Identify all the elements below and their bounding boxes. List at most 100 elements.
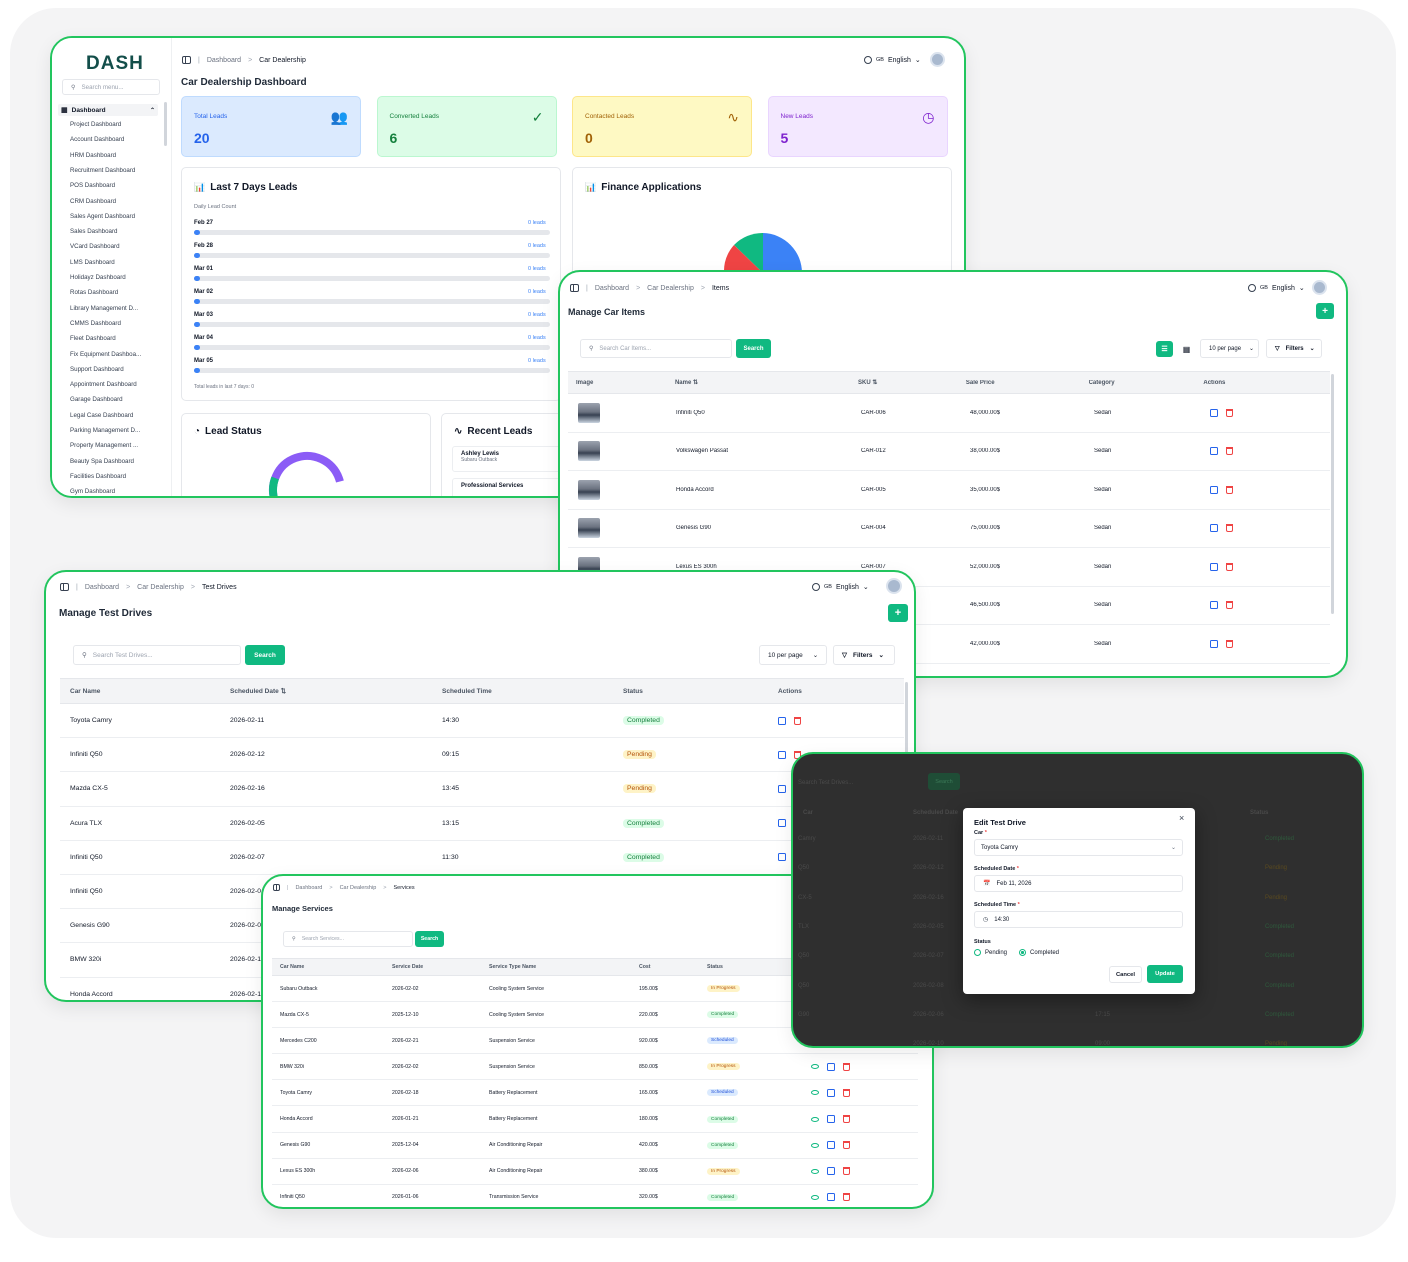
breadcrumb-car-dealership[interactable]: Car Dealership <box>647 285 694 292</box>
edit-icon[interactable] <box>778 784 786 793</box>
sidebar-toggle-icon[interactable] <box>273 884 280 891</box>
edit-icon[interactable] <box>778 819 786 828</box>
car-select[interactable]: Toyota Camry ⌄ <box>974 839 1183 856</box>
sidebar-nav-item[interactable]: Support Dashboard <box>70 366 124 373</box>
sidebar-nav-item[interactable]: Parking Management D... <box>70 427 140 434</box>
sidebar-nav-item[interactable]: LMS Dashboard <box>70 259 115 266</box>
edit-icon[interactable] <box>778 750 786 759</box>
edit-icon[interactable] <box>827 1141 835 1150</box>
sidebar-nav-item[interactable]: Sales Agent Dashboard <box>70 213 135 220</box>
view-icon[interactable] <box>811 1194 819 1200</box>
language-selector[interactable]: GB English ⌄ <box>1248 284 1305 292</box>
delete-icon[interactable] <box>1226 524 1233 533</box>
delete-icon[interactable] <box>843 1141 850 1150</box>
sidebar-nav-item[interactable]: Appointment Dashboard <box>70 381 137 388</box>
delete-icon[interactable] <box>1226 639 1233 648</box>
table-scrollbar[interactable] <box>1331 374 1334 614</box>
search-button[interactable]: Search <box>415 931 444 947</box>
delete-icon[interactable] <box>843 1115 850 1124</box>
add-test-drive-button[interactable]: + <box>888 604 908 622</box>
sidebar-nav-item[interactable]: Gym Dashboard <box>70 488 115 495</box>
edit-icon[interactable] <box>827 1062 835 1071</box>
edit-icon[interactable] <box>827 1193 835 1202</box>
cancel-button[interactable]: Cancel <box>1109 966 1142 983</box>
sidebar-nav-item[interactable]: Property Management ... <box>70 442 138 449</box>
search-test-drives-input[interactable]: ⚲ Search Test Drives... <box>73 645 241 665</box>
sidebar-nav-item[interactable]: Facilities Dashboard <box>70 473 126 480</box>
avatar[interactable] <box>886 578 902 594</box>
scheduled-date-field[interactable]: 📅 Feb 11, 2026 <box>974 875 1183 892</box>
edit-icon[interactable] <box>1210 408 1218 417</box>
sidebar-nav-item[interactable]: HRM Dashboard <box>70 152 116 159</box>
sidebar-nav-item[interactable]: CRM Dashboard <box>70 198 116 205</box>
sidebar-toggle-icon[interactable] <box>182 56 191 64</box>
delete-icon[interactable] <box>843 1088 850 1097</box>
breadcrumb-dashboard[interactable]: Dashboard <box>295 885 322 891</box>
sidebar-nav-item[interactable]: VCard Dashboard <box>70 243 120 250</box>
sidebar-toggle-icon[interactable] <box>60 583 69 591</box>
delete-icon[interactable] <box>1226 601 1233 610</box>
sidebar-nav-item[interactable]: Library Management D... <box>70 305 138 312</box>
per-page-select[interactable]: 10 per page ⌄ <box>1200 339 1259 358</box>
nav-group-dashboard[interactable]: ▦ Dashboard ⌃ <box>58 104 158 116</box>
list-view-button[interactable]: ☰ <box>1156 341 1173 357</box>
sidebar-nav-item[interactable]: Sales Dashboard <box>70 228 117 235</box>
delete-icon[interactable] <box>843 1193 850 1202</box>
breadcrumb-dashboard[interactable]: Dashboard <box>85 584 119 591</box>
delete-icon[interactable] <box>794 716 801 725</box>
edit-icon[interactable] <box>778 853 786 862</box>
language-selector[interactable]: GB English ⌄ <box>864 56 921 64</box>
sidebar-nav-item[interactable]: Beauty Spa Dashboard <box>70 458 134 465</box>
delete-icon[interactable] <box>843 1167 850 1176</box>
search-services-input[interactable]: ⚲ Search Services... <box>283 931 413 947</box>
avatar[interactable] <box>1312 280 1327 295</box>
sidebar-nav-item[interactable]: Legal Case Dashboard <box>70 412 133 419</box>
edit-icon[interactable] <box>1210 447 1218 456</box>
sidebar-nav-item[interactable]: CMMS Dashboard <box>70 320 121 327</box>
status-option-completed[interactable]: Completed <box>1019 949 1059 956</box>
view-icon[interactable] <box>811 1090 819 1096</box>
view-icon[interactable] <box>811 1168 819 1174</box>
column-header[interactable]: Name ⇅ <box>675 379 858 386</box>
sidebar-nav-item[interactable]: Fleet Dashboard <box>70 335 116 342</box>
avatar[interactable] <box>930 52 945 67</box>
breadcrumb-dashboard[interactable]: Dashboard <box>207 57 241 64</box>
sidebar-nav-item[interactable]: Holidayz Dashboard <box>70 274 126 281</box>
view-icon[interactable] <box>811 1116 819 1122</box>
breadcrumb-car-dealership[interactable]: Car Dealership <box>340 885 377 891</box>
view-icon[interactable] <box>811 1142 819 1148</box>
sidebar-nav-item[interactable]: Recruitment Dashboard <box>70 167 135 174</box>
filters-button[interactable]: ▽ Filters ⌄ <box>833 645 895 665</box>
edit-icon[interactable] <box>1210 639 1218 648</box>
menu-search-input[interactable]: ⚲ Search menu... <box>62 79 160 95</box>
language-selector[interactable]: GB English ⌄ <box>812 583 869 591</box>
delete-icon[interactable] <box>1226 447 1233 456</box>
status-option-pending[interactable]: Pending <box>974 949 1007 956</box>
filters-button[interactable]: ▽ Filters ⌄ <box>1266 339 1322 358</box>
edit-icon[interactable] <box>1210 485 1218 494</box>
edit-icon[interactable] <box>827 1088 835 1097</box>
delete-icon[interactable] <box>843 1062 850 1071</box>
sidebar-nav-item[interactable]: Account Dashboard <box>70 136 124 143</box>
grid-view-button[interactable]: ▦ <box>1178 341 1195 357</box>
delete-icon[interactable] <box>1226 562 1233 571</box>
column-header[interactable]: Scheduled Date ⇅ <box>230 687 442 695</box>
recent-lead-item[interactable]: Professional Services <box>452 478 574 496</box>
update-button[interactable]: Update <box>1147 965 1183 983</box>
edit-icon[interactable] <box>1210 524 1218 533</box>
search-button[interactable]: Search <box>245 645 285 665</box>
edit-icon[interactable] <box>1210 601 1218 610</box>
view-icon[interactable] <box>811 1064 819 1070</box>
sidebar-nav-item[interactable]: Project Dashboard <box>70 121 121 128</box>
sidebar-toggle-icon[interactable] <box>570 284 579 292</box>
recent-lead-item[interactable]: Ashley Lewis Subaru Outback <box>452 446 574 472</box>
per-page-select[interactable]: 10 per page ⌄ <box>759 645 827 665</box>
breadcrumb-dashboard[interactable]: Dashboard <box>595 285 629 292</box>
sidebar-nav-item[interactable]: Fix Equipment Dashboa... <box>70 351 141 358</box>
edit-icon[interactable] <box>827 1167 835 1176</box>
breadcrumb-car-dealership[interactable]: Car Dealership <box>137 584 184 591</box>
edit-icon[interactable] <box>1210 562 1218 571</box>
scheduled-time-field[interactable]: ◷ 14:30 <box>974 911 1183 928</box>
sidebar-scrollbar[interactable] <box>164 102 167 146</box>
sidebar-nav-item[interactable]: POS Dashboard <box>70 182 115 189</box>
